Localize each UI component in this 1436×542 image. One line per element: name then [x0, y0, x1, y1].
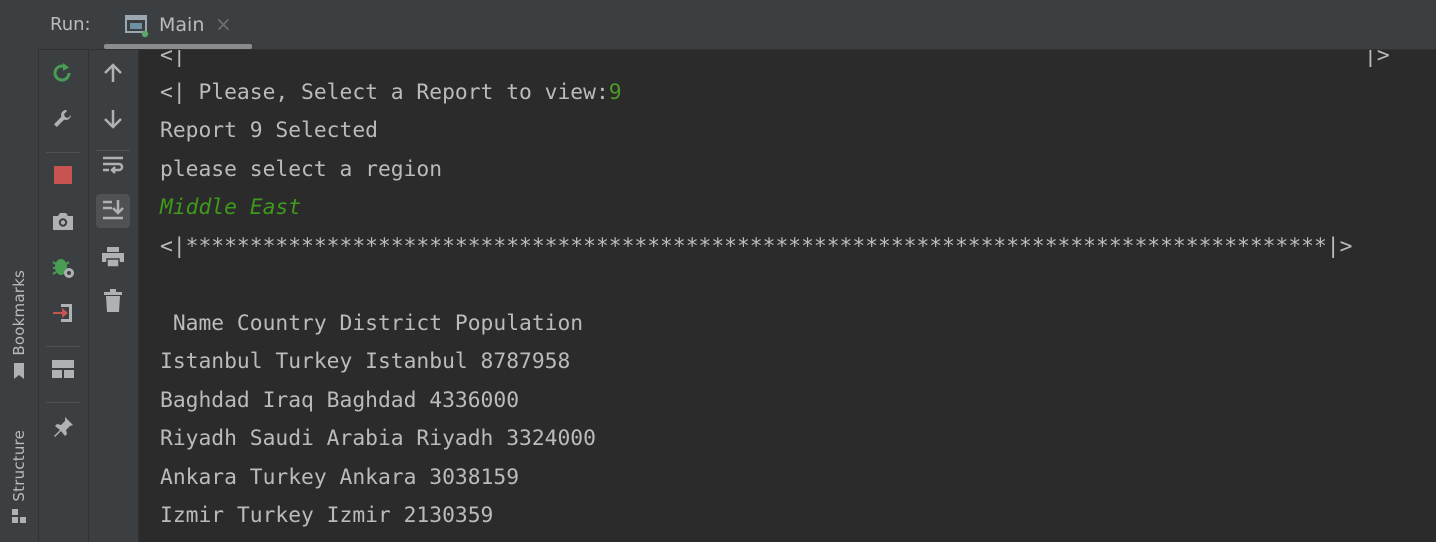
close-icon[interactable]: ×: [215, 12, 232, 36]
bookmarks-tab[interactable]: Bookmarks: [0, 270, 38, 384]
layout-icon: [51, 359, 75, 383]
bookmark-icon: [12, 362, 26, 384]
exit-button[interactable]: [46, 298, 80, 332]
user-input: Middle East: [160, 195, 302, 220]
console-output[interactable]: <| |> <| Please, Select a Report to view…: [139, 50, 1436, 542]
run-label: Run:: [50, 14, 91, 35]
scroll-to-end-icon: [101, 198, 125, 224]
user-input: 9: [608, 80, 622, 105]
toolbar-divider: [46, 346, 80, 347]
console-line-prompt: <| Please, Select a Report to view:9: [160, 79, 622, 107]
pin-tab-button[interactable]: [46, 412, 80, 446]
run-header: Run: Main ×: [38, 0, 1436, 50]
run-toolbar: [39, 50, 89, 542]
console-toolbar: [89, 50, 139, 542]
table-row: Ankara Turkey Ankara 3038159: [160, 465, 520, 490]
tab-main-label: Main: [159, 14, 205, 36]
camera-icon: [51, 210, 75, 236]
restore-layout-button[interactable]: [46, 354, 80, 388]
console-line: Report 9 Selected: [160, 118, 378, 143]
active-tab-indicator: [104, 44, 252, 49]
table-row: Riyadh Saudi Arabia Riyadh 3324000: [160, 426, 596, 451]
stop-icon: [53, 165, 73, 189]
console-separator: <|**************************************…: [160, 234, 1353, 259]
soft-wrap-icon: [101, 154, 125, 180]
trash-icon: [103, 289, 123, 317]
bookmarks-label: Bookmarks: [10, 270, 28, 356]
wrench-icon: [51, 107, 75, 135]
structure-icon: [11, 508, 27, 528]
tab-main[interactable]: Main ×: [104, 0, 252, 49]
console-line-end: |>: [1364, 50, 1390, 68]
structure-tab[interactable]: Structure: [0, 430, 38, 528]
toolbar-divider: [46, 152, 80, 153]
structure-label: Structure: [10, 430, 28, 502]
pin-icon: [51, 415, 75, 443]
arrow-down-icon: [102, 108, 124, 134]
prompt-text: <| Please, Select a Report to view:: [160, 80, 609, 105]
rerun-button[interactable]: [46, 58, 80, 92]
bug-gear-icon: [50, 254, 76, 284]
exit-icon: [51, 301, 75, 329]
printer-icon: [101, 246, 125, 272]
console-line: please select a region: [160, 157, 443, 182]
console-app-icon: [124, 13, 150, 43]
rerun-icon: [51, 61, 75, 89]
soft-wrap-button[interactable]: [96, 150, 130, 184]
console-line: <|: [160, 50, 186, 68]
clear-all-button[interactable]: [96, 286, 130, 320]
arrow-up-icon: [102, 62, 124, 88]
edit-configuration-button[interactable]: [46, 104, 80, 138]
toolbar-divider: [46, 402, 80, 403]
run-tool-window: Bookmarks Structure Run: Main × <| |> <|…: [0, 0, 1436, 542]
debug-settings-button[interactable]: [46, 252, 80, 286]
table-row: Istanbul Turkey Istanbul 8787958: [160, 349, 571, 374]
table-row: Izmir Turkey Izmir 2130359: [160, 503, 494, 528]
stop-button[interactable]: [46, 160, 80, 194]
scroll-to-end-button[interactable]: [96, 194, 130, 228]
table-row: Baghdad Iraq Baghdad 4336000: [160, 388, 520, 413]
print-button[interactable]: [96, 242, 130, 276]
table-header: Name Country District Population: [160, 311, 584, 336]
dump-threads-button[interactable]: [46, 206, 80, 240]
left-tool-strip: Bookmarks Structure: [0, 0, 39, 542]
scroll-down-button[interactable]: [96, 104, 130, 138]
scroll-up-button[interactable]: [96, 58, 130, 92]
